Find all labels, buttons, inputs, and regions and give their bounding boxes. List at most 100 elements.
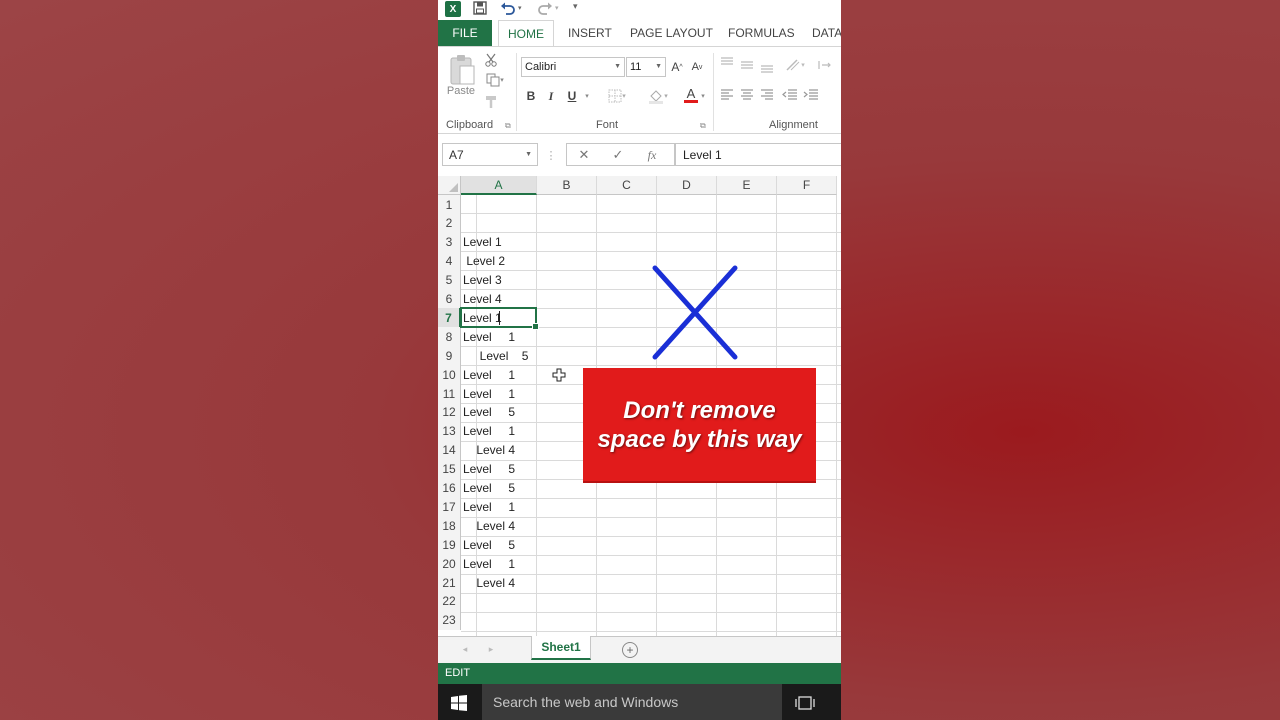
tab-data[interactable]: DATA bbox=[808, 20, 841, 46]
tab-file[interactable]: FILE bbox=[438, 20, 492, 46]
sheet-tab-sheet1[interactable]: Sheet1 bbox=[531, 636, 591, 660]
cell-a6[interactable]: Level 4 bbox=[463, 290, 502, 309]
font-size-select[interactable]: 11 ▼ bbox=[626, 57, 666, 77]
row-header[interactable]: 16 bbox=[438, 478, 461, 498]
column-header-c[interactable]: C bbox=[597, 176, 657, 195]
taskbar-search-input[interactable]: Search the web and Windows bbox=[482, 684, 782, 720]
scroll-left-icon[interactable]: ◂ bbox=[460, 642, 470, 656]
copy-icon[interactable]: ▾ bbox=[482, 71, 508, 89]
shrink-font-button[interactable]: Av bbox=[689, 59, 705, 75]
customize-qat-icon[interactable]: ▾ bbox=[573, 1, 578, 12]
select-all-corner[interactable] bbox=[438, 176, 461, 195]
name-box[interactable]: A7 ▼ bbox=[442, 143, 538, 166]
chevron-down-icon[interactable]: ▾ bbox=[582, 87, 592, 105]
cell-a10[interactable]: Level 1 bbox=[463, 365, 515, 384]
tab-home[interactable]: HOME bbox=[498, 20, 554, 47]
row-header[interactable]: 17 bbox=[438, 497, 461, 517]
italic-button[interactable]: I bbox=[544, 87, 558, 105]
undo-icon[interactable]: ▾ bbox=[500, 1, 522, 15]
cell-a16[interactable]: Level 5 bbox=[463, 479, 515, 498]
font-launcher-icon[interactable]: ⧉ bbox=[700, 121, 706, 131]
align-right-icon[interactable] bbox=[759, 87, 775, 103]
clipboard-group-label: Clipboard bbox=[446, 119, 494, 131]
column-header-b[interactable]: B bbox=[537, 176, 597, 195]
column-header-f[interactable]: F bbox=[777, 176, 837, 195]
orientation-icon[interactable]: ▾ bbox=[783, 57, 807, 73]
row-header[interactable]: 3 bbox=[438, 232, 461, 252]
bold-button[interactable]: B bbox=[524, 87, 538, 105]
formula-input[interactable]: Level 1 bbox=[674, 143, 841, 166]
enter-icon[interactable]: ✓ bbox=[609, 146, 627, 164]
font-name-select[interactable]: Calibri ▼ bbox=[521, 57, 625, 77]
add-sheet-icon[interactable]: + bbox=[622, 642, 638, 658]
insert-function-icon[interactable]: fx bbox=[643, 146, 661, 164]
cell-a12[interactable]: Level 5 bbox=[463, 403, 515, 422]
cell-a14[interactable]: Level 4 bbox=[463, 441, 515, 460]
tab-insert[interactable]: INSERT bbox=[564, 20, 616, 46]
cell-a18[interactable]: Level 4 bbox=[463, 516, 515, 535]
bottom-align-icon[interactable] bbox=[759, 59, 775, 75]
increase-indent-icon[interactable] bbox=[802, 87, 820, 103]
paste-button-label[interactable]: Paste bbox=[444, 85, 478, 97]
grow-font-button[interactable]: A ^ bbox=[669, 59, 685, 75]
cell-a11[interactable]: Level 1 bbox=[463, 384, 515, 403]
cell-a21[interactable]: Level 4 bbox=[463, 573, 515, 592]
row-header[interactable]: 14 bbox=[438, 440, 461, 460]
row-header[interactable]: 21 bbox=[438, 573, 461, 592]
decrease-indent-icon[interactable] bbox=[781, 87, 799, 103]
cell-a4[interactable]: Level 2 bbox=[463, 252, 505, 271]
cell-a13[interactable]: Level 1 bbox=[463, 422, 515, 441]
more-options-icon[interactable]: ⋮ bbox=[546, 147, 557, 163]
middle-align-icon[interactable] bbox=[739, 57, 755, 73]
row-header[interactable]: 7 bbox=[438, 308, 461, 328]
scroll-right-icon[interactable]: ▸ bbox=[486, 642, 496, 656]
row-header[interactable]: 23 bbox=[438, 610, 461, 630]
format-painter-icon[interactable] bbox=[482, 93, 500, 111]
row-header[interactable]: 22 bbox=[438, 591, 461, 611]
cell-a20[interactable]: Level 1 bbox=[463, 554, 515, 573]
row-header[interactable]: 5 bbox=[438, 270, 461, 290]
tab-page-layout[interactable]: PAGE LAYOUT bbox=[626, 20, 717, 46]
row-header[interactable]: 10 bbox=[438, 365, 461, 385]
row-header[interactable]: 2 bbox=[438, 213, 461, 233]
column-header-a[interactable]: A bbox=[461, 176, 537, 195]
underline-button[interactable]: U bbox=[565, 87, 579, 105]
row-header[interactable]: 12 bbox=[438, 402, 461, 422]
cell-a3[interactable]: Level 1 bbox=[463, 233, 502, 252]
cell-a8[interactable]: Level 1 bbox=[463, 327, 515, 346]
borders-icon[interactable]: ▾ bbox=[605, 87, 629, 105]
column-header-d[interactable]: D bbox=[657, 176, 717, 195]
align-center-icon[interactable] bbox=[739, 87, 755, 103]
row-header[interactable]: 15 bbox=[438, 459, 461, 479]
row-header[interactable]: 8 bbox=[438, 327, 461, 347]
cell-a5[interactable]: Level 3 bbox=[463, 271, 502, 290]
cut-icon[interactable] bbox=[482, 51, 500, 69]
windows-start-icon[interactable] bbox=[450, 694, 468, 712]
redo-icon[interactable]: ▾ bbox=[537, 1, 559, 15]
top-align-icon[interactable] bbox=[719, 55, 735, 71]
fill-color-icon[interactable]: ▾ bbox=[645, 87, 671, 105]
cell-a17[interactable]: Level 1 bbox=[463, 497, 515, 516]
row-header[interactable]: 20 bbox=[438, 554, 461, 574]
cell-a15[interactable]: Level 5 bbox=[463, 460, 515, 479]
row-header[interactable]: 11 bbox=[438, 384, 461, 403]
align-left-icon[interactable] bbox=[719, 87, 735, 103]
cancel-icon[interactable]: ✕ bbox=[575, 146, 593, 164]
cell-a9[interactable]: Level 5 bbox=[463, 346, 529, 365]
task-view-icon[interactable] bbox=[794, 694, 816, 712]
clipboard-launcher-icon[interactable]: ⧉ bbox=[505, 121, 511, 131]
row-header[interactable]: 13 bbox=[438, 421, 461, 441]
row-header[interactable]: 6 bbox=[438, 289, 461, 309]
row-header[interactable]: 19 bbox=[438, 535, 461, 555]
save-icon[interactable] bbox=[473, 1, 487, 15]
row-header[interactable]: 18 bbox=[438, 516, 461, 536]
row-header[interactable]: 9 bbox=[438, 346, 461, 366]
tab-formulas[interactable]: FORMULAS bbox=[724, 20, 799, 46]
paste-icon[interactable] bbox=[446, 51, 478, 89]
column-header-e[interactable]: E bbox=[717, 176, 777, 195]
wrap-text-icon[interactable] bbox=[816, 57, 834, 73]
row-header[interactable]: 4 bbox=[438, 251, 461, 271]
chevron-down-icon[interactable]: ▾ bbox=[698, 87, 708, 105]
cell-a19[interactable]: Level 5 bbox=[463, 535, 515, 554]
row-header[interactable]: 1 bbox=[438, 195, 461, 214]
